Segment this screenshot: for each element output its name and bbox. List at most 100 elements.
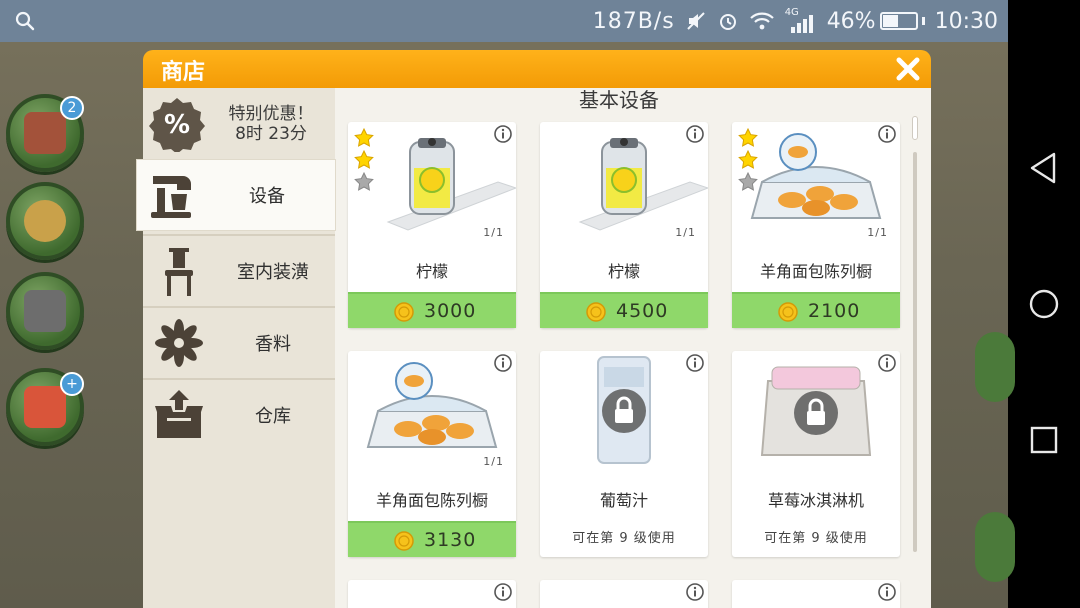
home-icon[interactable]: [1026, 286, 1062, 322]
wifi-icon: [749, 12, 774, 30]
shop-header: 商店: [143, 50, 931, 88]
coin-icon: [394, 302, 414, 322]
shop-item-card[interactable]: [540, 580, 708, 608]
phone-icon: [24, 290, 66, 332]
item-name: 葡萄汁: [599, 491, 648, 510]
info-icon[interactable]: [686, 125, 704, 143]
notification-badge: 2: [60, 96, 84, 120]
star-filled-icon: [738, 128, 758, 147]
level-requirement: 可在第 9 级使用: [572, 531, 676, 546]
info-icon[interactable]: [878, 354, 896, 372]
phone-button[interactable]: [6, 272, 84, 350]
info-icon[interactable]: [494, 354, 512, 372]
shop-item-card[interactable]: 1/1 羊角面包陈列橱 2100: [732, 122, 900, 328]
info-icon[interactable]: [686, 583, 704, 601]
level-requirement: 可在第 9 级使用: [764, 531, 868, 546]
battery-icon: [879, 12, 918, 30]
croissant-display-icon: [366, 362, 498, 448]
star-filled-icon: [738, 150, 758, 169]
item-price: 3000: [424, 300, 477, 322]
scroll-thumb[interactable]: [912, 116, 918, 140]
shop-item-card-locked[interactable]: 葡萄汁 可在第 9 级使用: [540, 351, 708, 557]
info-icon[interactable]: [494, 125, 512, 143]
shop-item-card-locked[interactable]: 草莓冰淇淋机 可在第 9 级使用: [732, 351, 900, 557]
buy-button[interactable]: 3130: [348, 521, 516, 557]
shop-item-card[interactable]: [732, 580, 900, 608]
scrollbar[interactable]: [913, 152, 917, 552]
info-icon[interactable]: [878, 583, 896, 601]
category-label: 室内装潢: [237, 262, 309, 283]
coin-icon: [394, 531, 414, 551]
alarm-icon: [719, 14, 736, 30]
coin-icon: [586, 302, 606, 322]
back-icon[interactable]: [1026, 150, 1062, 186]
buy-button[interactable]: 4500: [540, 292, 708, 328]
category-label: 仓库: [255, 406, 291, 427]
rating-stars: [738, 128, 760, 194]
info-icon[interactable]: [494, 583, 512, 601]
grape-juice-machine-icon: [597, 356, 651, 464]
battery-percent: 46%: [826, 8, 876, 34]
promo-text: 特别优惠！ 8时 23分: [211, 104, 331, 144]
promo-timer: 8时 23分: [235, 124, 307, 144]
shop-item-card[interactable]: 1/1 柠檬 4500: [540, 122, 708, 328]
shop-item-card[interactable]: 1/1 羊角面包陈列橱 3130: [348, 351, 516, 557]
right-decoration: [975, 512, 1015, 582]
star-empty-icon: [738, 172, 758, 191]
item-count: 1/1: [483, 455, 504, 468]
mixer-icon: [151, 176, 191, 218]
category-storage[interactable]: 仓库: [143, 378, 335, 448]
rating-stars: [354, 128, 376, 194]
shop-item-card[interactable]: [348, 580, 516, 608]
ice-cream-machine-icon: [760, 366, 872, 456]
item-count: 1/1: [867, 226, 888, 239]
category-equipment[interactable]: 设备: [137, 160, 335, 230]
shop-body: % 特别优惠！ 8时 23分 设备 室内装潢 香料 仓库 基本设备 1/1 柠檬…: [137, 88, 931, 608]
battery-indicator: 46%: [827, 9, 925, 34]
item-count: 1/1: [675, 226, 696, 239]
right-decoration: [975, 332, 1015, 402]
buy-button[interactable]: 3000: [348, 292, 516, 328]
info-icon[interactable]: [686, 354, 704, 372]
star-filled-icon: [354, 150, 374, 169]
add-badge: +: [60, 372, 84, 396]
info-icon[interactable]: [878, 125, 896, 143]
buy-button[interactable]: 2100: [732, 292, 900, 328]
shop-sidebar: % 特别优惠！ 8时 23分 设备 室内装潢 香料 仓库: [137, 88, 335, 608]
category-label: 设备: [249, 186, 285, 207]
mute-icon: [686, 12, 705, 30]
item-name: 羊角面包陈列橱: [759, 262, 872, 281]
close-icon[interactable]: [893, 54, 923, 84]
shop-item-card[interactable]: 1/1 柠檬 3000: [348, 122, 516, 328]
item-count: 1/1: [483, 226, 504, 239]
discount-badge-icon: %: [149, 98, 205, 152]
lemon-dispenser-icon: [578, 138, 708, 231]
recents-icon[interactable]: [1026, 422, 1062, 458]
signal-icon: 4G: [785, 7, 817, 33]
star-anise-icon: [155, 319, 203, 367]
search-icon[interactable]: [14, 10, 36, 32]
item-price: 3130: [424, 529, 477, 551]
star-filled-icon: [354, 128, 374, 147]
shop-dialog: 商店 % 特别优惠！ 8时 23分 设备 室内装潢 香料 仓库 基本设备 1/1…: [137, 50, 931, 608]
promo-title: 特别优惠！: [228, 104, 314, 124]
pot-icon: [24, 200, 66, 242]
box-icon: [155, 390, 203, 438]
clock: 10:30: [934, 8, 998, 34]
item-name: 柠檬: [415, 262, 448, 281]
item-name: 草莓冰淇淋机: [767, 491, 864, 510]
category-spices[interactable]: 香料: [143, 306, 335, 376]
cooking-pot-button[interactable]: [6, 182, 84, 260]
book-icon: [24, 112, 66, 154]
shop-content: 基本设备 1/1 柠檬 3000 1/1 柠檬 4500 1/1 羊角面包陈列橱…: [335, 88, 931, 608]
navigation-bar: [1008, 0, 1080, 608]
item-name: 羊角面包陈列橱: [375, 491, 488, 510]
category-interior[interactable]: 室内装潢: [143, 234, 335, 304]
svg-text:%: %: [164, 110, 190, 140]
category-label: 香料: [255, 334, 291, 355]
item-price: 4500: [616, 300, 669, 322]
gift-icon: [24, 386, 66, 428]
star-empty-icon: [354, 172, 374, 191]
item-name: 柠檬: [607, 262, 640, 281]
special-offer[interactable]: % 特别优惠！ 8时 23分: [143, 88, 335, 160]
